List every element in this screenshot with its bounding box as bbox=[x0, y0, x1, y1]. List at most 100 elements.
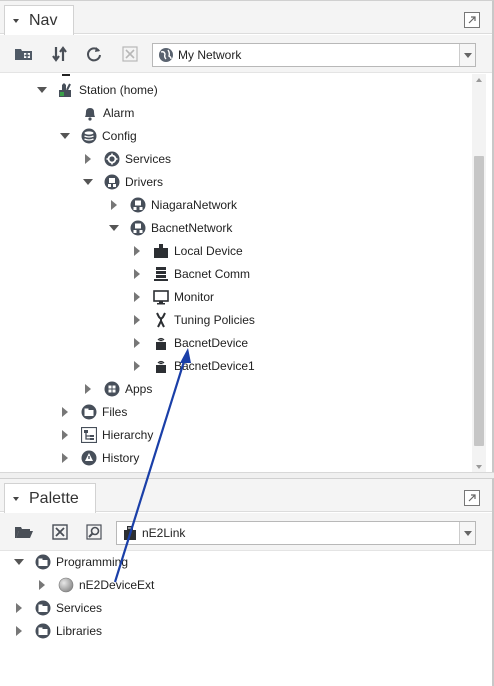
tree-label: History bbox=[102, 451, 140, 465]
tree-row-bacnetdevice[interactable]: BacnetDevice bbox=[131, 333, 248, 353]
scroll-up-icon[interactable] bbox=[476, 78, 482, 82]
sync-arrows-icon[interactable] bbox=[50, 44, 70, 64]
network-selector[interactable]: My Network bbox=[152, 43, 476, 67]
tree-row-tuning-policies[interactable]: Tuning Policies bbox=[131, 310, 255, 330]
tree-label: Hierarchy bbox=[102, 428, 154, 442]
tree-row-config[interactable]: Config bbox=[59, 126, 137, 146]
tree-row-services[interactable]: Services bbox=[82, 149, 171, 169]
tree-label: Tuning Policies bbox=[174, 313, 255, 327]
tree-row-monitor[interactable]: Monitor bbox=[131, 287, 214, 307]
new-folder-icon[interactable] bbox=[14, 44, 34, 64]
expand-toggle[interactable] bbox=[108, 222, 120, 234]
collapse-arrow-icon[interactable] bbox=[13, 18, 19, 23]
bell-icon bbox=[82, 105, 98, 121]
nav-scroll-thumb[interactable] bbox=[474, 156, 484, 446]
nav-toolbar: My Network bbox=[0, 35, 492, 73]
tree-label: NiagaraNetwork bbox=[151, 198, 238, 212]
open-folder-icon[interactable] bbox=[14, 522, 34, 542]
expand-toggle[interactable] bbox=[131, 337, 143, 349]
network-selector-value: My Network bbox=[178, 48, 242, 62]
tree-row-apps[interactable]: Apps bbox=[82, 379, 152, 399]
folder-round-icon bbox=[35, 554, 51, 570]
scroll-down-icon[interactable] bbox=[476, 465, 482, 469]
device-icon bbox=[153, 335, 169, 351]
expand-toggle[interactable] bbox=[82, 176, 94, 188]
nav-title: Nav bbox=[29, 11, 58, 29]
close-palette-icon[interactable] bbox=[50, 522, 70, 542]
device-icon bbox=[153, 358, 169, 374]
expand-toggle[interactable] bbox=[59, 130, 71, 142]
tree-label: Apps bbox=[125, 382, 153, 396]
expand-toggle[interactable] bbox=[59, 406, 71, 418]
expand-toggle[interactable] bbox=[13, 625, 25, 637]
station-icon bbox=[58, 82, 74, 98]
chevron-down-icon[interactable] bbox=[459, 44, 475, 66]
tree-row-bacnet-comm[interactable]: Bacnet Comm bbox=[131, 264, 250, 284]
expand-toggle[interactable] bbox=[108, 199, 120, 211]
tree-row-bacnetnetwork[interactable]: BacnetNetwork bbox=[108, 218, 232, 238]
palette-title: Palette bbox=[29, 489, 79, 507]
refresh-icon[interactable] bbox=[84, 44, 104, 64]
tree-label: Monitor bbox=[174, 290, 215, 304]
expand-toggle[interactable] bbox=[82, 153, 94, 165]
expand-toggle[interactable] bbox=[131, 314, 143, 326]
tree-row-hierarchy[interactable]: Hierarchy bbox=[59, 425, 153, 445]
folder-round-icon bbox=[35, 600, 51, 616]
collapse-arrow-icon[interactable] bbox=[13, 496, 19, 501]
expand-toggle[interactable] bbox=[36, 579, 48, 591]
find-icon[interactable] bbox=[84, 522, 104, 542]
maximize-icon[interactable] bbox=[464, 490, 480, 506]
tree-row-alarm[interactable]: Alarm bbox=[82, 103, 134, 123]
network-icon bbox=[130, 220, 146, 236]
palette-row-services[interactable]: Services bbox=[13, 598, 102, 618]
tree-row-bacnetdevice1[interactable]: BacnetDevice1 bbox=[131, 356, 255, 376]
database-icon bbox=[81, 128, 97, 144]
nav-tab[interactable]: Nav bbox=[4, 5, 75, 35]
component-ball-icon bbox=[58, 577, 74, 593]
maximize-icon[interactable] bbox=[464, 12, 480, 28]
expand-toggle[interactable] bbox=[131, 360, 143, 372]
tree-label: Config bbox=[102, 129, 137, 143]
expand-toggle[interactable] bbox=[131, 291, 143, 303]
hierarchy-icon bbox=[81, 427, 97, 443]
tree-label: BacnetDevice1 bbox=[174, 359, 255, 373]
palette-row-programming[interactable]: Programming bbox=[13, 552, 128, 572]
module-jar-icon bbox=[122, 525, 138, 541]
palette-row-ne2deviceext[interactable]: nE2DeviceExt bbox=[36, 575, 154, 595]
close-icon[interactable] bbox=[120, 44, 140, 64]
comm-stack-icon bbox=[153, 266, 169, 282]
tree-label: nE2DeviceExt bbox=[79, 578, 155, 592]
tree-label: Files bbox=[102, 405, 128, 419]
expand-toggle[interactable] bbox=[59, 429, 71, 441]
services-gear-icon bbox=[104, 151, 120, 167]
expand-toggle[interactable] bbox=[13, 602, 25, 614]
chevron-down-icon[interactable] bbox=[459, 522, 475, 544]
expand-toggle[interactable] bbox=[82, 383, 94, 395]
palette-tree: Programming nE2DeviceExt Services Librar… bbox=[0, 552, 492, 686]
nav-tree: Station (home) Alarm Config Services Dri… bbox=[0, 74, 466, 472]
tree-row-niagaranetwork[interactable]: NiagaraNetwork bbox=[108, 195, 237, 215]
network-icon bbox=[130, 197, 146, 213]
expand-toggle[interactable] bbox=[59, 452, 71, 464]
monitor-icon bbox=[153, 289, 169, 305]
module-selector-value: nE2Link bbox=[142, 526, 186, 540]
nav-header: Nav bbox=[0, 1, 492, 35]
palette-row-libraries[interactable]: Libraries bbox=[13, 621, 102, 641]
module-selector[interactable]: nE2Link bbox=[116, 521, 476, 545]
palette-tab[interactable]: Palette bbox=[4, 483, 96, 513]
nav-scrollbar[interactable] bbox=[472, 74, 486, 472]
drivers-icon bbox=[104, 174, 120, 190]
expand-toggle[interactable] bbox=[131, 245, 143, 257]
expand-toggle[interactable] bbox=[13, 556, 25, 568]
tree-row-station[interactable]: Station (home) bbox=[36, 80, 158, 100]
expand-toggle[interactable] bbox=[131, 268, 143, 280]
tree-label: Local Device bbox=[174, 244, 243, 258]
tree-row-drivers[interactable]: Drivers bbox=[82, 172, 163, 192]
tree-row-history[interactable]: History bbox=[59, 448, 139, 468]
expand-toggle[interactable] bbox=[36, 84, 48, 96]
apps-icon bbox=[104, 381, 120, 397]
tree-row-files[interactable]: Files bbox=[59, 402, 127, 422]
history-icon bbox=[81, 450, 97, 466]
tree-row-local-device[interactable]: Local Device bbox=[131, 241, 243, 261]
nav-pane: Nav My Network Station (home) Alarm Conf… bbox=[0, 0, 494, 472]
